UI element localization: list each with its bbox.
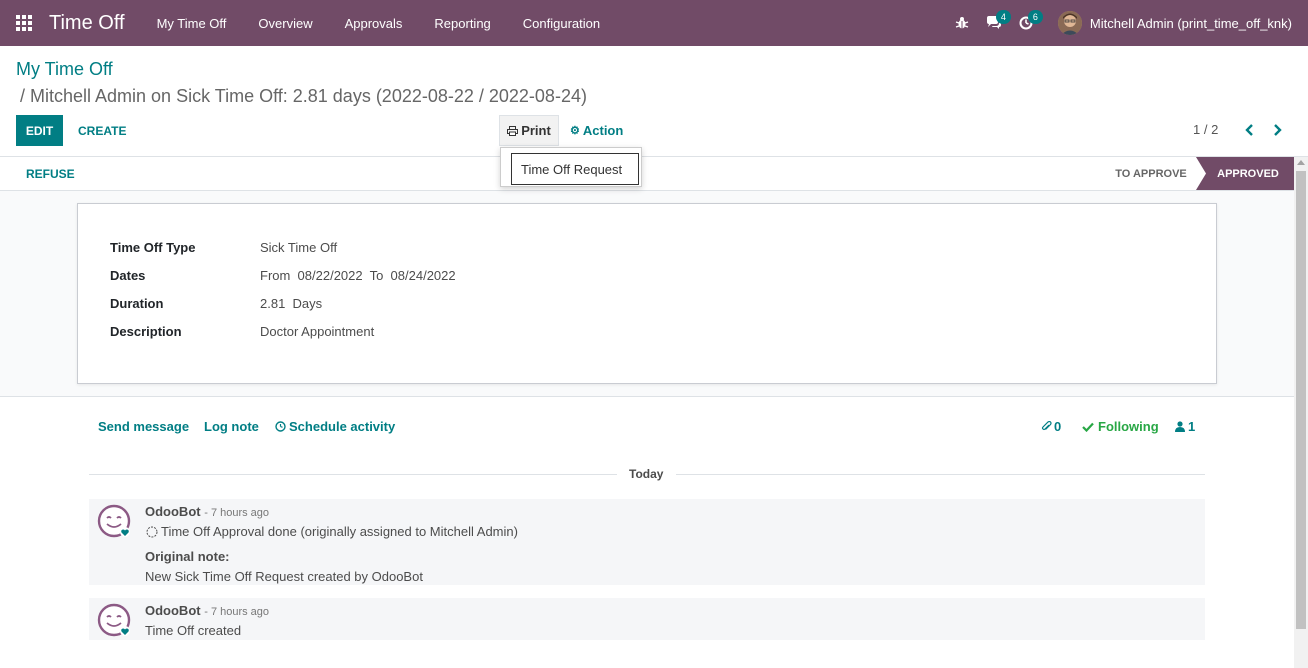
menu-my-time-off[interactable]: My Time Off bbox=[141, 0, 243, 46]
menu-approvals[interactable]: Approvals bbox=[329, 0, 419, 46]
message-author-name: OdooBot bbox=[145, 603, 201, 618]
followers-count: 1 bbox=[1188, 419, 1196, 434]
message-timestamp: - 7 hours ago bbox=[204, 606, 270, 618]
attachments-count: 0 bbox=[1054, 419, 1062, 434]
original-note-label: Original note: bbox=[145, 549, 230, 564]
attachments-button[interactable]: 0 bbox=[1041, 419, 1061, 434]
description-label: Description bbox=[110, 324, 182, 339]
control-panel: My Time Off / Mitchell Admin on Sick Tim… bbox=[0, 46, 1308, 157]
activities-clock-icon[interactable]: 6 bbox=[1010, 0, 1043, 46]
messages-icon[interactable]: 4 bbox=[978, 0, 1011, 46]
chevron-left-icon bbox=[1245, 124, 1253, 136]
printer-icon bbox=[507, 125, 519, 136]
schedule-activity-button[interactable]: Schedule activity bbox=[275, 419, 395, 434]
debug-bug-icon[interactable] bbox=[946, 0, 978, 46]
form-sheet-background: Time Off Type Sick Time Off Dates From 0… bbox=[0, 191, 1294, 397]
status-bar: REFUSE TO APPROVE APPROVED bbox=[0, 157, 1294, 191]
user-avatar bbox=[1057, 11, 1082, 35]
check-icon bbox=[1082, 422, 1094, 432]
message-body-text: Time Off created bbox=[145, 623, 242, 638]
activities-count-badge: 6 bbox=[1027, 10, 1043, 24]
create-button[interactable]: CREATE bbox=[70, 115, 134, 146]
send-message-button[interactable]: Send message bbox=[98, 419, 189, 434]
page-scrollbar[interactable] bbox=[1294, 157, 1308, 668]
form-sheet: Time Off Type Sick Time Off Dates From 0… bbox=[77, 203, 1217, 384]
user-name: Mitchell Admin (print_time_off_knk) bbox=[1089, 15, 1292, 31]
message-author[interactable]: OdooBot - 7 hours ago bbox=[145, 504, 269, 519]
breadcrumb-parent-link[interactable]: My Time Off bbox=[16, 59, 113, 80]
message-author[interactable]: OdooBot - 7 hours ago bbox=[145, 603, 269, 618]
chatter-message: OdooBot - 7 hours ago Time Off Approval … bbox=[89, 499, 1205, 585]
message-author-name: OdooBot bbox=[145, 504, 201, 519]
original-note-text: New Sick Time Off Request created by Odo… bbox=[145, 569, 423, 584]
dates-label: Dates bbox=[110, 268, 146, 283]
print-label: Print bbox=[521, 123, 551, 138]
chevron-right-icon bbox=[1274, 124, 1282, 136]
odoobot-avatar-icon[interactable] bbox=[97, 603, 131, 637]
message-timestamp: - 7 hours ago bbox=[204, 507, 270, 519]
menu-configuration[interactable]: Configuration bbox=[507, 0, 616, 46]
pager-value[interactable]: 1 / 2 bbox=[1193, 122, 1218, 137]
date-separator-line-right bbox=[676, 474, 1205, 475]
app-title[interactable]: Time Off bbox=[49, 12, 125, 35]
top-navbar: Time Off My Time Off Overview Approvals … bbox=[0, 0, 1308, 46]
action-label: Action bbox=[582, 123, 624, 138]
print-dropdown-menu: Time Off Request bbox=[500, 147, 642, 187]
chatter-message: OdooBot - 7 hours ago Time Off created bbox=[89, 598, 1205, 640]
followers-button[interactable]: 1 bbox=[1175, 419, 1195, 434]
messages-count-badge: 4 bbox=[995, 10, 1011, 24]
log-note-button[interactable]: Log note bbox=[204, 419, 259, 434]
pager-previous-button[interactable] bbox=[1242, 120, 1258, 140]
app-menu-icon[interactable] bbox=[0, 0, 48, 46]
date-separator-label: Today bbox=[629, 467, 664, 481]
description-value: Doctor Appointment bbox=[260, 324, 375, 339]
duration-value: 2.81 Days bbox=[260, 296, 323, 311]
activity-done-icon bbox=[146, 526, 158, 537]
scroll-up-arrow-icon[interactable] bbox=[1297, 160, 1305, 165]
clock-icon bbox=[275, 421, 286, 432]
menu-reporting[interactable]: Reporting bbox=[418, 0, 506, 46]
action-button[interactable]: ⚙ Action bbox=[564, 115, 629, 146]
message-body-text: Time Off Approval done (originally assig… bbox=[161, 524, 518, 539]
refuse-button[interactable]: REFUSE bbox=[16, 157, 85, 190]
time-off-type-label: Time Off Type bbox=[110, 240, 196, 255]
stage-approved[interactable]: APPROVED bbox=[1196, 157, 1294, 190]
schedule-activity-label: Schedule activity bbox=[289, 419, 396, 434]
user-icon bbox=[1175, 421, 1185, 432]
gear-icon: ⚙ bbox=[570, 125, 580, 137]
scrollbar-thumb[interactable] bbox=[1296, 171, 1306, 629]
menu-overview[interactable]: Overview bbox=[242, 0, 328, 46]
print-button[interactable]: Print bbox=[499, 115, 559, 146]
breadcrumb-current: / Mitchell Admin on Sick Time Off: 2.81 … bbox=[20, 86, 587, 106]
message-body: Time Off Approval done (originally assig… bbox=[145, 524, 518, 539]
date-separator-line-left bbox=[89, 474, 617, 475]
user-menu[interactable]: Mitchell Admin (print_time_off_knk) bbox=[1057, 11, 1292, 35]
following-button[interactable]: Following bbox=[1082, 419, 1159, 434]
duration-label: Duration bbox=[110, 296, 164, 311]
stage-to-approve[interactable]: TO APPROVE bbox=[1106, 157, 1196, 190]
time-off-type-value: Sick Time Off bbox=[260, 240, 338, 255]
dates-value: From 08/22/2022 To 08/24/2022 bbox=[260, 268, 456, 283]
edit-button[interactable]: EDIT bbox=[16, 115, 63, 146]
following-label: Following bbox=[1098, 419, 1159, 434]
print-time-off-request-item[interactable]: Time Off Request bbox=[511, 153, 639, 185]
paperclip-icon bbox=[1041, 420, 1052, 430]
pager-next-button[interactable] bbox=[1269, 120, 1285, 140]
odoobot-avatar-icon[interactable] bbox=[97, 504, 131, 538]
